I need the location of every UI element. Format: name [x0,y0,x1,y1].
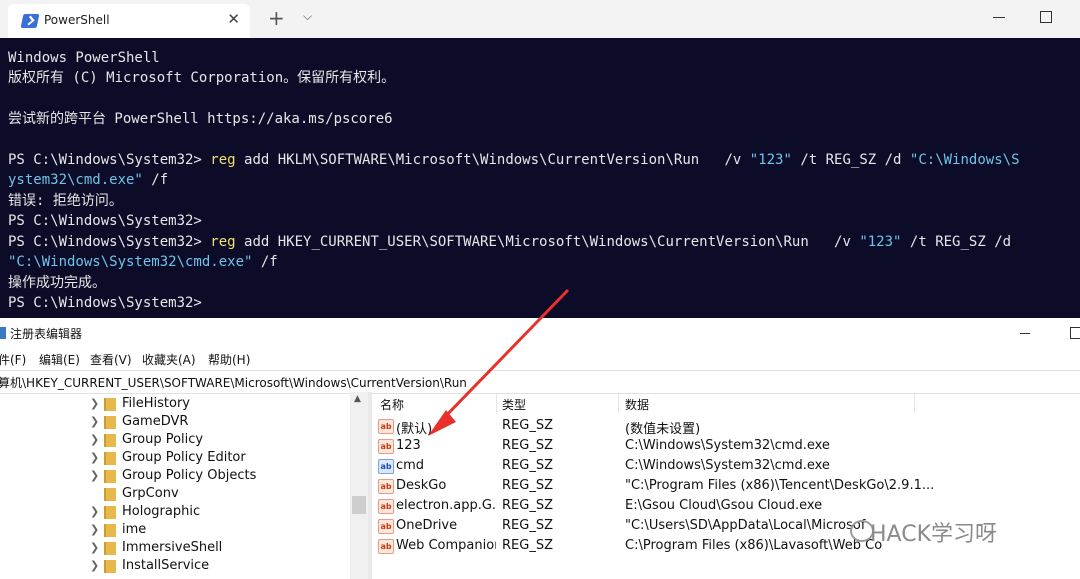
annotation-arrow [428,288,570,436]
arrow-shaft [438,288,570,424]
watermark: HACK学习呀 [870,522,997,547]
arrow-head [428,410,456,436]
